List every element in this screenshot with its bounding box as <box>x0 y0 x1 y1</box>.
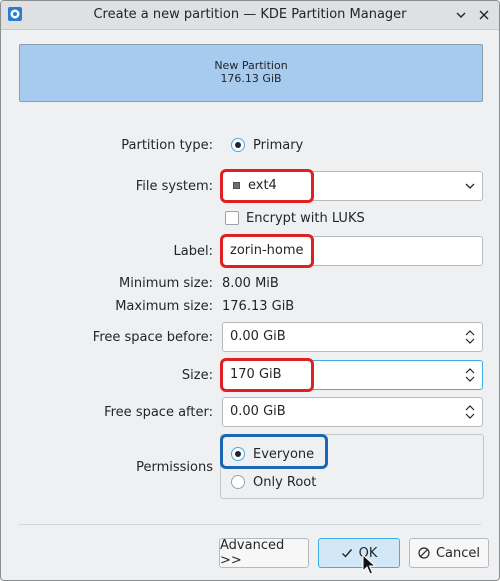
partition-graphic-size: 176.13 GiB <box>220 72 282 85</box>
everyone-radio[interactable] <box>231 447 245 461</box>
free-space-after-value: 0.00 GiB <box>230 404 286 419</box>
free-space-after-spinbox[interactable]: 0.00 GiB <box>222 397 483 427</box>
partition-type-label: Partition type: <box>121 138 213 153</box>
free-space-before-label: Free space before: <box>92 330 213 345</box>
encrypt-luks-label: Encrypt with LUKS <box>246 211 365 226</box>
button-separator <box>19 524 481 525</box>
only-root-radio-label: Only Root <box>253 475 317 490</box>
close-icon[interactable] <box>476 7 492 23</box>
mouse-pointer-icon <box>362 554 376 575</box>
spin-arrows-icon[interactable] <box>464 402 476 422</box>
maximum-size-value: 176.13 GiB <box>222 299 295 314</box>
only-root-radio[interactable] <box>231 475 245 489</box>
partition-graphic-name: New Partition <box>214 59 288 72</box>
window-title: Create a new partition — KDE Partition M… <box>93 7 407 22</box>
cancel-icon <box>418 547 430 559</box>
file-system-combobox[interactable]: ext4 <box>222 171 483 201</box>
spin-arrows-icon[interactable] <box>464 365 476 385</box>
size-spinbox[interactable]: 170 GiB <box>222 360 483 390</box>
file-system-label: File system: <box>135 179 213 194</box>
maximum-size-label: Maximum size: <box>115 299 213 314</box>
file-system-value: ext4 <box>248 178 277 193</box>
filesystem-color-icon <box>233 182 240 189</box>
partition-graphic: New Partition 176.13 GiB <box>19 44 483 102</box>
advanced-button[interactable]: Advanced >> <box>219 538 309 568</box>
minimum-size-label: Minimum size: <box>119 276 213 291</box>
chevron-down-icon[interactable] <box>453 7 469 23</box>
cancel-button[interactable]: Cancel <box>409 538 489 568</box>
primary-radio[interactable] <box>231 138 245 152</box>
permissions-label: Permissions <box>136 460 213 475</box>
size-value: 170 GiB <box>230 367 282 382</box>
advanced-button-label: Advanced >> <box>220 538 285 568</box>
encrypt-luks-checkbox[interactable] <box>225 211 239 225</box>
cancel-button-label: Cancel <box>435 545 481 561</box>
label-input[interactable]: zorin-home <box>222 236 483 266</box>
everyone-radio-label: Everyone <box>253 447 315 462</box>
dialog-window: Create a new partition — KDE Partition M… <box>0 0 500 581</box>
label-input-value: zorin-home <box>230 243 304 258</box>
ok-button[interactable]: OK <box>318 538 400 568</box>
size-label: Size: <box>181 368 213 383</box>
free-space-after-label: Free space after: <box>104 405 213 420</box>
spin-arrows-icon[interactable] <box>464 327 476 347</box>
minimum-size-value: 8.00 MiB <box>222 276 279 291</box>
label-label: Label: <box>173 244 213 259</box>
free-space-before-spinbox[interactable]: 0.00 GiB <box>222 322 483 352</box>
free-space-before-value: 0.00 GiB <box>230 329 286 344</box>
primary-radio-label: Primary <box>253 138 304 153</box>
chevron-down-icon <box>465 183 475 189</box>
title-bar[interactable]: Create a new partition — KDE Partition M… <box>1 1 499 30</box>
checkmark-icon <box>341 549 352 558</box>
